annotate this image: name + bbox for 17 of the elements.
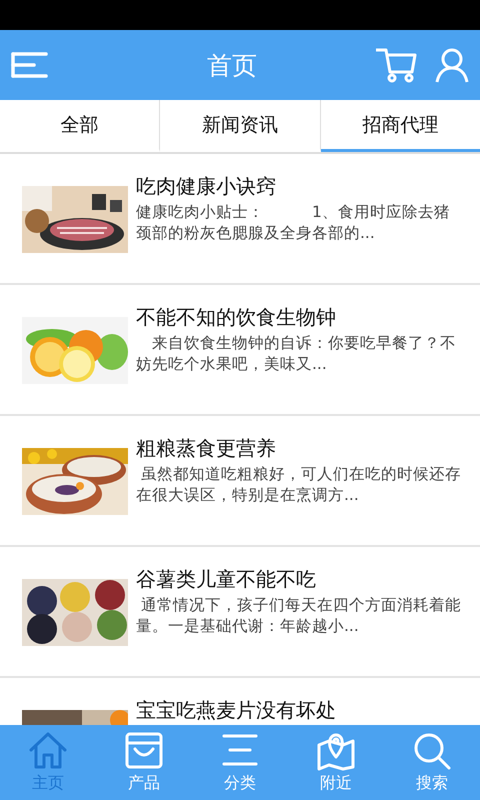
article-summary: 通常情况下，孩子们每天在四个方面消耗着能量。一是基础代谢：年龄越小... [136, 595, 462, 637]
article-title[interactable]: 吃肉健康小诀窍 [136, 172, 464, 200]
article-title[interactable]: 粗粮蒸食更营养 [136, 434, 464, 462]
search-icon [412, 731, 452, 771]
menu-icon[interactable] [10, 50, 50, 80]
home-icon [28, 731, 68, 771]
article-summary: 虽然都知道吃粗粮好，可人们在吃的时候还存在很大误区，特别是在烹调方... [136, 464, 462, 506]
page-title: 首页 [206, 50, 258, 82]
article-title[interactable]: 谷薯类儿童不能不吃 [136, 565, 464, 593]
map-icon [316, 731, 356, 771]
article-title[interactable]: 宝宝吃燕麦片没有坏处 [136, 696, 336, 724]
bag-icon [124, 731, 164, 771]
user-icon[interactable] [434, 47, 470, 83]
article-summary: 来自饮食生物钟的自诉：你要吃早餐了？不妨先吃个水果吧，美味又... [136, 333, 457, 375]
article-title[interactable]: 不能不知的饮食生物钟 [136, 303, 464, 331]
article-summary: 健康吃肉小贴士： 1、食用时应除去猪颈部的粉灰色腮腺及全身各部的... [136, 202, 451, 244]
cart-icon[interactable] [374, 47, 418, 83]
